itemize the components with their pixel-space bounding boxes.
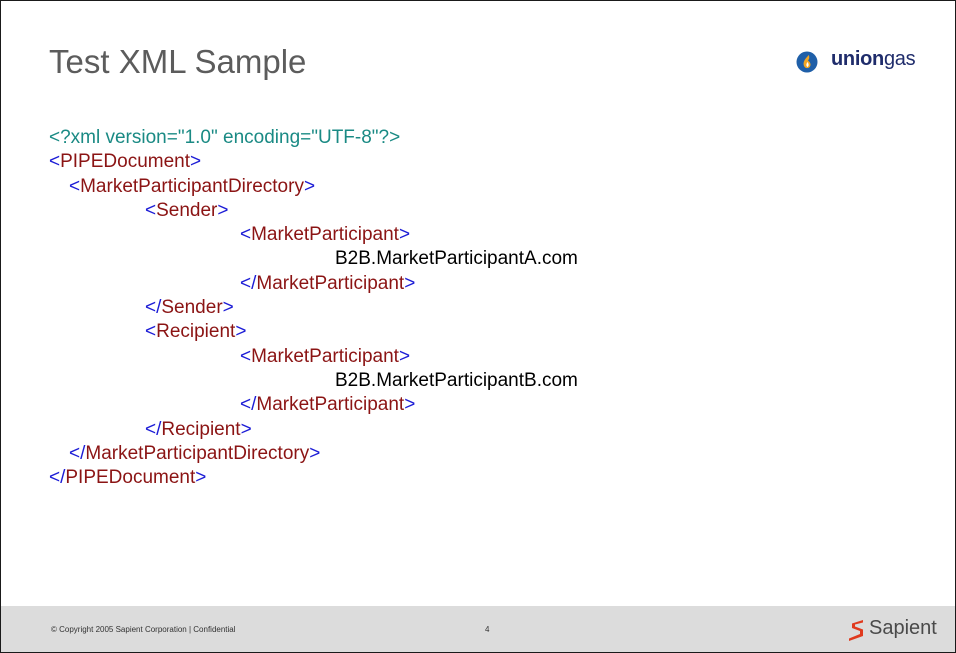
xml-bracket: <: [145, 321, 157, 343]
sapient-s-icon: [849, 620, 863, 641]
xml-bracket: </: [49, 467, 66, 489]
xml-bracket: <: [69, 175, 81, 197]
xml-bracket: >: [398, 224, 411, 246]
xml-tag: MarketParticipant: [251, 224, 399, 246]
xml-text-value: B2B.MarketParticipantA.com: [335, 248, 578, 270]
xml-bracket: >: [398, 345, 411, 367]
xml-bracket: >: [303, 175, 316, 197]
xml-line-recipient-close: </Recipient>: [49, 418, 578, 442]
xml-line-recipient-value: B2B.MarketParticipantB.com: [49, 369, 578, 393]
xml-line-participant-close: </MarketParticipant>: [49, 393, 578, 417]
xml-bracket: >: [222, 297, 234, 319]
xml-bracket: >: [404, 272, 416, 294]
xml-bracket: </: [145, 297, 162, 319]
xml-tag: MarketParticipantDirectory: [80, 175, 304, 197]
xml-code-listing: <?xml version="1.0" encoding="UTF-8"?> <…: [49, 126, 578, 490]
xml-tag: MarketParticipant: [256, 394, 405, 416]
xml-line-root-open: <PIPEDocument>: [49, 150, 578, 174]
xml-tag: MarketParticipant: [256, 272, 405, 294]
xml-bracket: <: [49, 151, 61, 173]
sapient-logo-text: Sapient: [869, 617, 937, 639]
xml-bracket: >: [190, 151, 202, 173]
xml-bracket: >: [235, 321, 247, 343]
copyright-notice: © Copyright 2005 Sapient Corporation | C…: [51, 625, 236, 634]
xml-line-recipient-open: <Recipient>: [49, 320, 578, 344]
xml-declaration-line: <?xml version="1.0" encoding="UTF-8"?>: [49, 126, 578, 150]
xml-bracket: </: [69, 442, 86, 464]
xml-line-participant-close: </MarketParticipant>: [49, 272, 578, 296]
xml-bracket: </: [145, 418, 162, 440]
xml-tag: PIPEDocument: [60, 151, 191, 173]
slide-title: Test XML Sample: [49, 43, 307, 80]
xml-bracket: >: [217, 199, 229, 221]
xml-bracket: <: [240, 224, 252, 246]
xml-line-sender-open: <Sender>: [49, 199, 578, 223]
xml-tag: Recipient: [161, 418, 241, 440]
xml-line-root-close: </PIPEDocument>: [49, 466, 578, 490]
brand-name-bold: union: [831, 48, 884, 70]
page-number: 4: [485, 625, 490, 634]
slide-footer: © Copyright 2005 Sapient Corporation | C…: [1, 606, 955, 652]
slide: Test XML Sample uniongas <?xml version="…: [0, 0, 956, 653]
xml-tag: PIPEDocument: [65, 467, 196, 489]
xml-text-value: B2B.MarketParticipantB.com: [335, 369, 578, 391]
xml-line-participant-open: <MarketParticipant>: [49, 345, 578, 369]
xml-line-participant-open: <MarketParticipant>: [49, 223, 578, 247]
xml-tag: Recipient: [156, 321, 236, 343]
xml-line-directory-open: <MarketParticipantDirectory>: [49, 175, 578, 199]
xml-bracket: >: [309, 442, 321, 464]
xml-bracket: <: [240, 345, 252, 367]
xml-bracket: >: [195, 467, 207, 489]
xml-line-sender-close: </Sender>: [49, 296, 578, 320]
xml-tag: MarketParticipantDirectory: [85, 442, 310, 464]
xml-tag: Sender: [156, 199, 218, 221]
brand-logo: uniongas: [831, 48, 916, 71]
xml-bracket: >: [240, 418, 252, 440]
flame-icon: [796, 51, 818, 73]
xml-tag: Sender: [161, 297, 223, 319]
xml-line-directory-close: </MarketParticipantDirectory>: [49, 442, 578, 466]
xml-declaration: <?xml version="1.0" encoding="UTF-8"?>: [49, 127, 401, 148]
xml-bracket: >: [404, 394, 416, 416]
xml-line-sender-value: B2B.MarketParticipantA.com: [49, 247, 578, 271]
xml-bracket: <: [145, 199, 157, 221]
xml-bracket: </: [240, 394, 257, 416]
xml-tag: MarketParticipant: [251, 345, 399, 367]
xml-bracket: </: [240, 272, 257, 294]
brand-name-light: gas: [883, 48, 916, 70]
